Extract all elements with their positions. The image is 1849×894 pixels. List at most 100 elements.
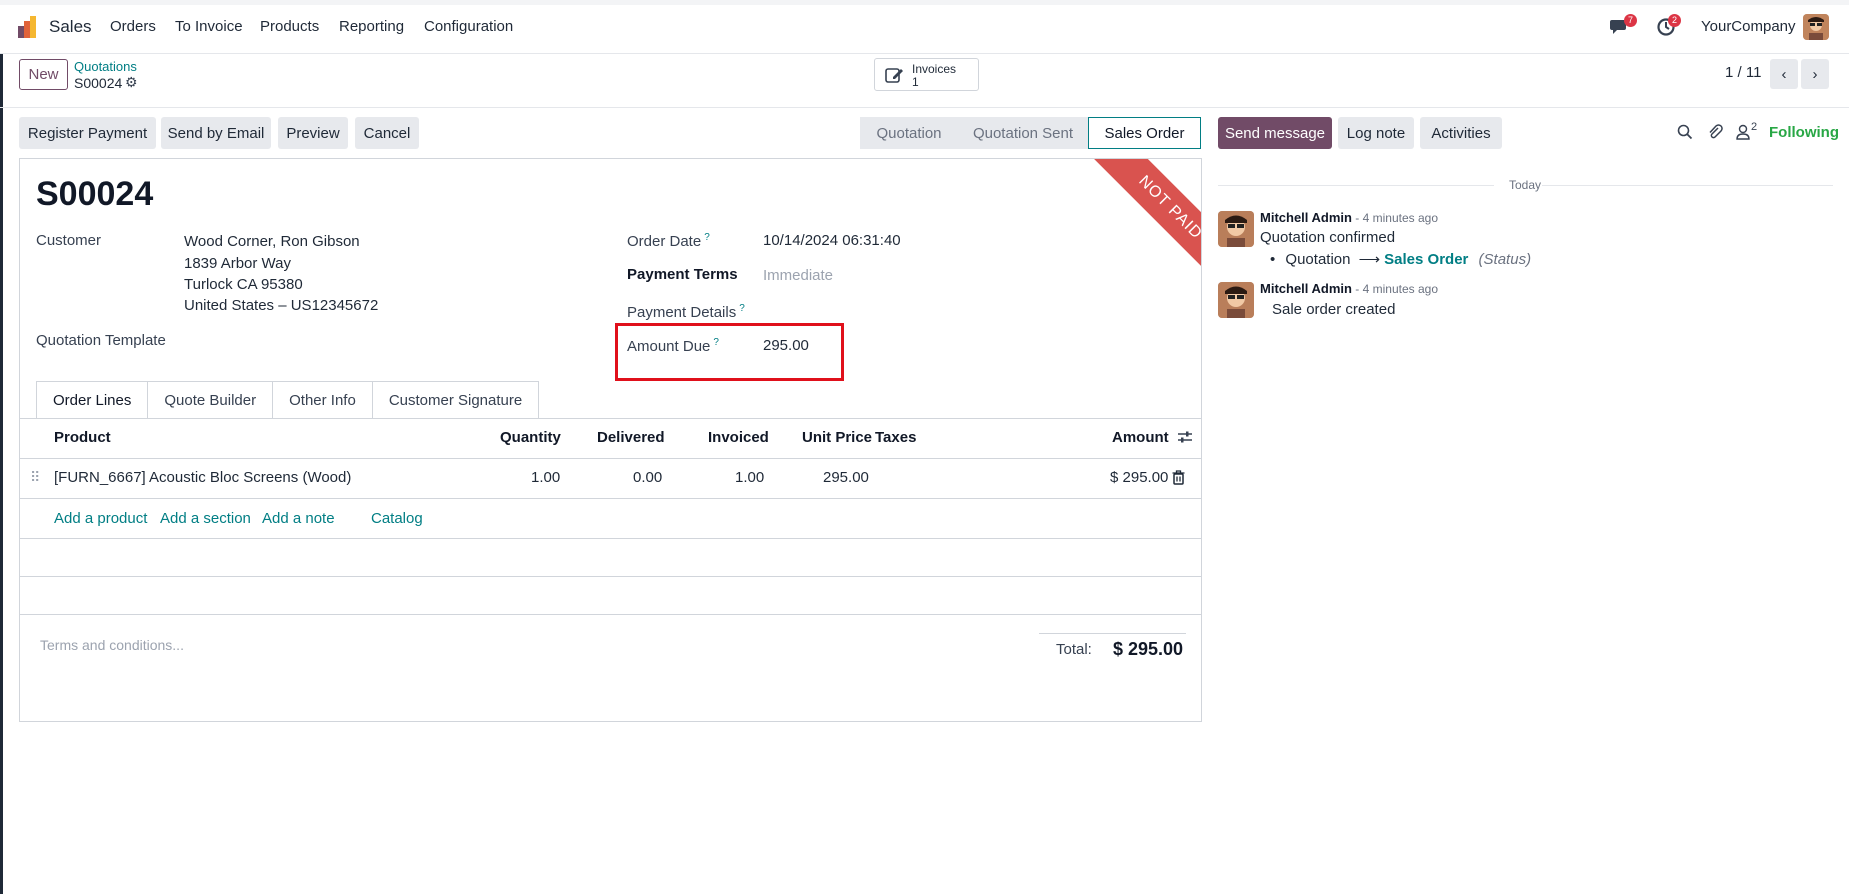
tab-quote-builder[interactable]: Quote Builder <box>147 381 274 419</box>
total-separator <box>1039 633 1186 634</box>
window-edge <box>0 0 3 894</box>
chevron-left-icon: ‹ <box>1781 65 1787 83</box>
sales-app-icon[interactable] <box>18 16 40 38</box>
pager-next-button[interactable]: › <box>1801 59 1829 89</box>
trash-icon[interactable] <box>1172 470 1185 489</box>
invoices-count: 1 <box>912 75 919 89</box>
tab-other-info[interactable]: Other Info <box>272 381 373 419</box>
edit-invoice-icon <box>885 66 905 88</box>
tracking-old: Quotation <box>1285 251 1351 268</box>
empty-row-divider-1 <box>20 576 1201 577</box>
customer-label: Customer <box>36 232 102 249</box>
address-line-1: 1839 Arbor Way <box>184 255 291 272</box>
log-note-button[interactable]: Log note <box>1338 117 1414 149</box>
total-value: $ 295.00 <box>1113 639 1184 659</box>
add-product-link[interactable]: Add a product <box>54 510 147 527</box>
send-by-email-button[interactable]: Send by Email <box>161 117 271 149</box>
payment-terms-value[interactable]: Immediate <box>763 267 833 284</box>
record-title: S00024 <box>36 175 154 213</box>
row-invoiced: 1.00 <box>735 469 765 486</box>
amount-due-help[interactable]: ? <box>713 337 719 348</box>
quotation-template-label: Quotation Template <box>36 332 166 349</box>
row-delivered: 0.00 <box>633 469 663 486</box>
add-note-link[interactable]: Add a note <box>262 510 335 527</box>
tracking-line: • Quotation ⟶ Sales Order (Status) <box>1270 251 1532 268</box>
tab-order-lines[interactable]: Order Lines <box>36 381 149 419</box>
menu-to-invoice[interactable]: To Invoice <box>175 18 243 35</box>
tab-customer-signature[interactable]: Customer Signature <box>371 381 540 419</box>
menu-configuration[interactable]: Configuration <box>424 18 513 35</box>
register-payment-button[interactable]: Register Payment <box>19 117 156 149</box>
arrow-right-icon: ⟶ <box>1358 251 1381 268</box>
column-product[interactable]: Product <box>54 429 111 446</box>
notebook-tabs: Order Lines Quote Builder Other Info Cus… <box>36 381 540 419</box>
date-separator-label: Today <box>1509 178 1542 192</box>
order-date-label-text: Order Date <box>627 233 702 250</box>
row-amount: $ 295.00 <box>1110 469 1169 486</box>
order-date-help[interactable]: ? <box>704 232 710 243</box>
send-message-button[interactable]: Send message <box>1218 117 1332 149</box>
payment-details-label: Payment Details? <box>627 303 745 321</box>
new-button[interactable]: New <box>19 59 68 90</box>
message-author-name[interactable]: Mitchell Admin <box>1260 210 1352 225</box>
top-navbar: Sales Orders To Invoice Products Reporti… <box>0 0 1849 54</box>
menu-orders[interactable]: Orders <box>110 18 156 35</box>
message-time: - 4 minutes ago <box>1351 282 1439 296</box>
preview-button[interactable]: Preview <box>278 117 348 149</box>
messages-badge: 7 <box>1624 14 1638 27</box>
company-switcher[interactable]: YourCompany <box>1701 18 1796 35</box>
message-time: - 4 minutes ago <box>1351 211 1439 225</box>
terms-input[interactable]: Terms and conditions... <box>40 637 184 653</box>
menu-reporting[interactable]: Reporting <box>339 18 404 35</box>
column-quantity[interactable]: Quantity <box>500 429 561 446</box>
column-taxes[interactable]: Taxes <box>875 429 916 446</box>
row-product[interactable]: [FURN_6667] Acoustic Bloc Screens (Wood) <box>54 469 351 486</box>
amount-due-value: 295.00 <box>763 337 809 354</box>
gear-icon[interactable]: ⚙ <box>125 74 138 91</box>
menu-products[interactable]: Products <box>260 18 319 35</box>
activities-button[interactable]: Activities <box>1420 117 1502 149</box>
followers-icon[interactable] <box>1736 124 1750 144</box>
avatar[interactable] <box>1218 211 1254 247</box>
following-button[interactable]: Following <box>1769 124 1839 141</box>
row-unit-price: 295.00 <box>823 469 869 486</box>
column-settings-icon[interactable] <box>1177 429 1193 449</box>
payment-terms-label: Payment Terms <box>627 266 738 283</box>
message-body: Sale order created <box>1272 301 1396 318</box>
message-author-name[interactable]: Mitchell Admin <box>1260 281 1352 296</box>
amount-due-label: Amount Due? <box>627 337 719 355</box>
tracking-new: Sales Order <box>1384 251 1469 268</box>
paperclip-icon[interactable] <box>1707 124 1723 144</box>
drag-handle-icon[interactable]: ⠿ <box>30 469 40 486</box>
cancel-button[interactable]: Cancel <box>355 117 419 149</box>
add-row-divider <box>20 538 1201 539</box>
column-invoiced[interactable]: Invoiced <box>708 429 769 446</box>
address-line-3: United States – US12345672 <box>184 297 379 314</box>
tabs-divider <box>20 418 1201 419</box>
pager-value[interactable]: 1 / 11 <box>1725 64 1761 81</box>
customer-link[interactable]: Wood Corner, Ron Gibson <box>184 233 360 250</box>
column-amount[interactable]: Amount <box>1112 429 1169 446</box>
add-section-link[interactable]: Add a section <box>160 510 251 527</box>
payment-details-help[interactable]: ? <box>739 303 745 314</box>
breadcrumb-quotations[interactable]: Quotations <box>74 59 137 74</box>
order-date-label: Order Date? <box>627 232 710 250</box>
status-quotation-sent[interactable]: Quotation Sent <box>958 117 1088 149</box>
status-sales-order[interactable]: Sales Order <box>1088 117 1201 149</box>
invoices-smart-button[interactable]: Invoices 1 <box>874 58 979 91</box>
catalog-link[interactable]: Catalog <box>371 510 423 527</box>
app-name[interactable]: Sales <box>49 17 92 37</box>
amount-due-label-text: Amount Due <box>627 338 711 355</box>
pager-previous-button[interactable]: ‹ <box>1770 59 1798 89</box>
tracking-field: (Status) <box>1478 251 1532 268</box>
status-quotation[interactable]: Quotation <box>860 117 958 149</box>
column-delivered[interactable]: Delivered <box>597 429 665 446</box>
payment-details-label-text: Payment Details <box>627 304 737 321</box>
message-author: Mitchell Admin - 4 minutes ago <box>1260 281 1438 296</box>
order-date-value[interactable]: 10/14/2024 06:31:40 <box>763 232 901 249</box>
user-avatar[interactable] <box>1803 14 1829 40</box>
search-icon[interactable] <box>1677 124 1693 144</box>
avatar[interactable] <box>1218 282 1254 318</box>
total-label: Total: <box>1056 641 1092 658</box>
column-unit-price[interactable]: Unit Price <box>802 429 872 446</box>
